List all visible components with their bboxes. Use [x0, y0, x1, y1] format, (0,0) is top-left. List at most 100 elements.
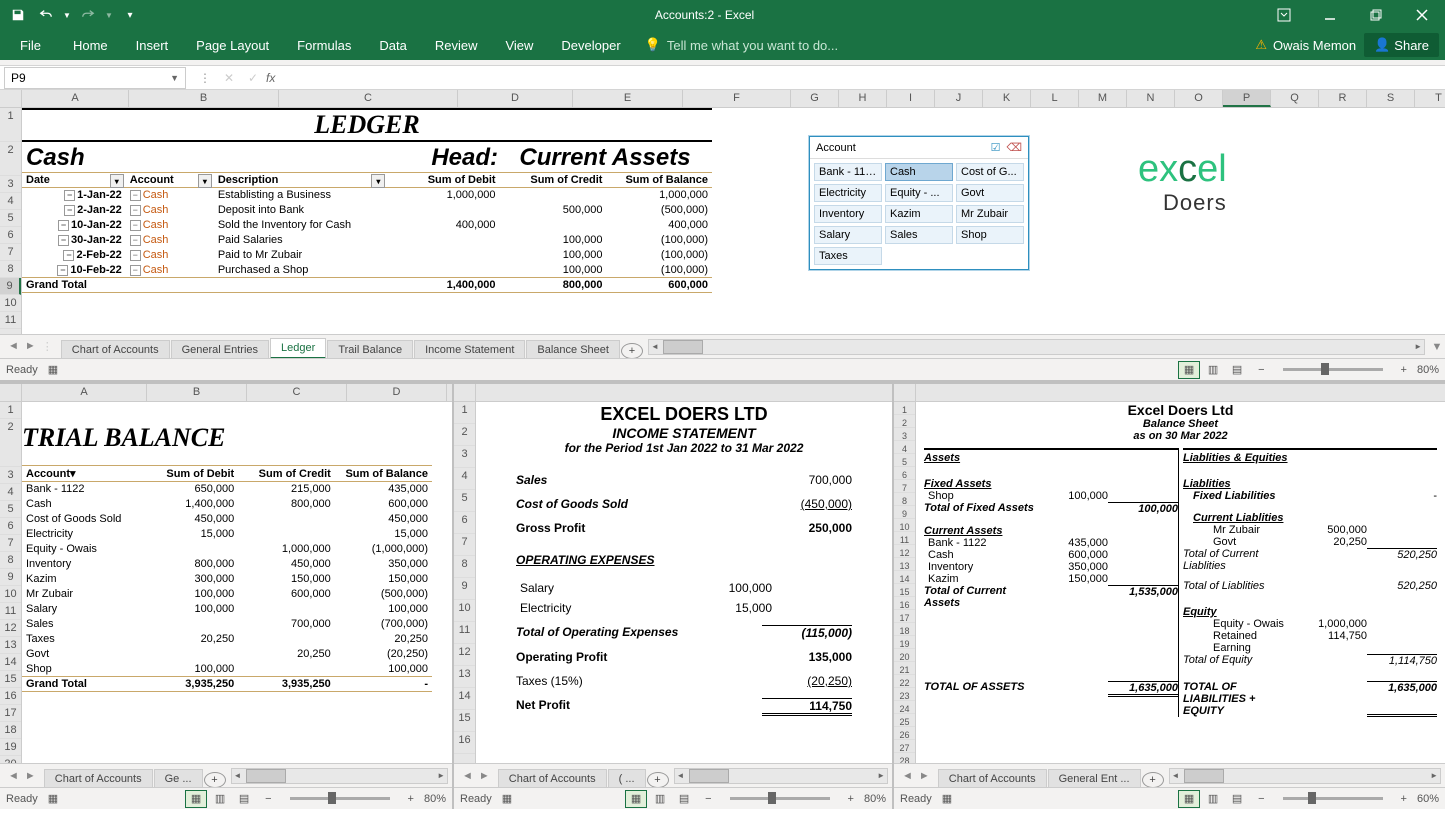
name-box[interactable]: P9 ▼: [4, 67, 186, 89]
maximize-icon[interactable]: [1353, 0, 1399, 30]
slicer-item[interactable]: Govt: [956, 184, 1024, 202]
zoom-out-icon[interactable]: −: [1258, 364, 1264, 376]
share-button[interactable]: 👤 Share: [1364, 33, 1439, 57]
tab-nav-last[interactable]: ►: [23, 340, 38, 353]
col-header-P[interactable]: P: [1223, 90, 1271, 107]
slicer-item[interactable]: Sales: [885, 226, 953, 244]
collapse-icon[interactable]: −: [63, 250, 74, 261]
signed-in-user[interactable]: ⚠ Owais Memon: [1247, 37, 1364, 53]
slicer-item[interactable]: Inventory: [814, 205, 882, 223]
zoom-in-icon[interactable]: +: [1401, 364, 1407, 376]
col-header-O[interactable]: O: [1175, 90, 1223, 107]
slicer-item[interactable]: Mr Zubair: [956, 205, 1024, 223]
tab-developer[interactable]: Developer: [547, 32, 634, 59]
multi-select-icon[interactable]: ☑: [991, 141, 1001, 154]
col-header-E[interactable]: E: [573, 90, 683, 107]
slicer-item[interactable]: Cost of G...: [956, 163, 1024, 181]
macro-record-icon[interactable]: ▦: [48, 363, 58, 376]
undo-icon[interactable]: [34, 3, 58, 27]
tab-review[interactable]: Review: [421, 32, 492, 59]
zoom-slider[interactable]: [1283, 368, 1383, 371]
col-header-C[interactable]: C: [279, 90, 458, 107]
col-header-H[interactable]: H: [839, 90, 887, 107]
col-header-A[interactable]: A: [22, 90, 129, 107]
col-header-I[interactable]: I: [887, 90, 935, 107]
col-header-G[interactable]: G: [791, 90, 839, 107]
collapse-icon[interactable]: −: [58, 235, 69, 246]
filter-dropdown-icon[interactable]: ▾: [371, 174, 385, 188]
split-icon[interactable]: ⋮: [194, 71, 216, 85]
row-headers[interactable]: 1234567891011: [0, 108, 22, 334]
tab-nav-first[interactable]: ◄: [6, 340, 21, 353]
save-icon[interactable]: [6, 3, 30, 27]
enter-icon[interactable]: ✓: [242, 71, 264, 85]
account-slicer[interactable]: Account ☑ ⌫ Bank - 1122CashCost of G...E…: [809, 136, 1029, 270]
slicer-item[interactable]: Taxes: [814, 247, 882, 265]
slicer-item[interactable]: Bank - 1122: [814, 163, 882, 181]
ledger-pivot-table[interactable]: Date▾Account▾Description▾Sum of DebitSum…: [22, 172, 712, 293]
filter-active-icon[interactable]: ▾: [198, 174, 212, 188]
select-all-corner[interactable]: [0, 90, 22, 107]
collapse-icon[interactable]: −: [130, 190, 141, 201]
col-header-K[interactable]: K: [983, 90, 1031, 107]
fx-icon[interactable]: fx: [266, 71, 275, 85]
slicer-item[interactable]: Kazim: [885, 205, 953, 223]
slicer-item[interactable]: Cash: [885, 163, 953, 181]
col-header-R[interactable]: R: [1319, 90, 1367, 107]
slicer-item[interactable]: Shop: [956, 226, 1024, 244]
tab-data[interactable]: Data: [365, 32, 420, 59]
horizontal-scrollbar[interactable]: [648, 339, 1425, 355]
col-header-F[interactable]: F: [683, 90, 791, 107]
vertical-scroll-down-icon[interactable]: ▼: [1429, 341, 1445, 353]
formula-input[interactable]: [289, 67, 1445, 89]
sheet-tab[interactable]: Income Statement: [414, 340, 525, 359]
sheet-tab[interactable]: Trail Balance: [327, 340, 413, 359]
tell-me-search[interactable]: 💡 Tell me what you want to do...: [645, 37, 838, 53]
collapse-icon[interactable]: −: [64, 205, 75, 216]
zoom-level[interactable]: 80%: [1417, 364, 1439, 376]
trial-balance-table[interactable]: Account▾Sum of DebitSum of CreditSum of …: [22, 465, 432, 692]
page-break-view-icon[interactable]: ▤: [1226, 361, 1248, 379]
slicer-item[interactable]: Electricity: [814, 184, 882, 202]
collapse-icon[interactable]: −: [130, 235, 141, 246]
col-header-D[interactable]: D: [458, 90, 573, 107]
minimize-icon[interactable]: [1307, 0, 1353, 30]
sheet-tab[interactable]: Balance Sheet: [526, 340, 620, 359]
tab-view[interactable]: View: [491, 32, 547, 59]
sheet-tab[interactable]: Ledger: [270, 338, 326, 359]
normal-view-icon[interactable]: ▦: [1178, 361, 1200, 379]
collapse-icon[interactable]: −: [58, 220, 69, 231]
sheet-tab[interactable]: Chart of Accounts: [61, 340, 170, 359]
slicer-item[interactable]: Equity - ...: [885, 184, 953, 202]
clear-filter-icon[interactable]: ⌫: [1006, 141, 1022, 154]
col-header-B[interactable]: B: [129, 90, 279, 107]
col-header-J[interactable]: J: [935, 90, 983, 107]
undo-dropdown-icon[interactable]: ▼: [62, 3, 72, 27]
col-header-N[interactable]: N: [1127, 90, 1175, 107]
col-header-M[interactable]: M: [1079, 90, 1127, 107]
redo-icon[interactable]: [76, 3, 100, 27]
slicer-item[interactable]: Salary: [814, 226, 882, 244]
col-header-S[interactable]: S: [1367, 90, 1415, 107]
collapse-icon[interactable]: −: [130, 265, 141, 276]
close-icon[interactable]: [1399, 0, 1445, 30]
tab-page-layout[interactable]: Page Layout: [182, 32, 283, 59]
qat-customize-icon[interactable]: ▾: [118, 3, 142, 27]
filter-dropdown-icon[interactable]: ▾: [110, 174, 124, 188]
collapse-icon[interactable]: −: [64, 190, 75, 201]
collapse-icon[interactable]: −: [130, 220, 141, 231]
name-box-dropdown-icon[interactable]: ▼: [170, 73, 179, 83]
tab-insert[interactable]: Insert: [122, 32, 183, 59]
add-sheet-icon[interactable]: +: [621, 343, 643, 359]
page-layout-view-icon[interactable]: ▥: [1202, 361, 1224, 379]
cancel-icon[interactable]: ✕: [218, 71, 240, 85]
collapse-icon[interactable]: −: [130, 250, 141, 261]
tab-home[interactable]: Home: [59, 32, 122, 59]
redo-dropdown-icon[interactable]: ▼: [104, 3, 114, 27]
sheet-tab[interactable]: General Entries: [171, 340, 269, 359]
tab-formulas[interactable]: Formulas: [283, 32, 365, 59]
column-headers[interactable]: ABCDEFGHIJKLMNOPQRSTU: [0, 90, 1445, 108]
collapse-icon[interactable]: −: [57, 265, 68, 276]
ribbon-options-icon[interactable]: [1261, 0, 1307, 30]
col-header-L[interactable]: L: [1031, 90, 1079, 107]
